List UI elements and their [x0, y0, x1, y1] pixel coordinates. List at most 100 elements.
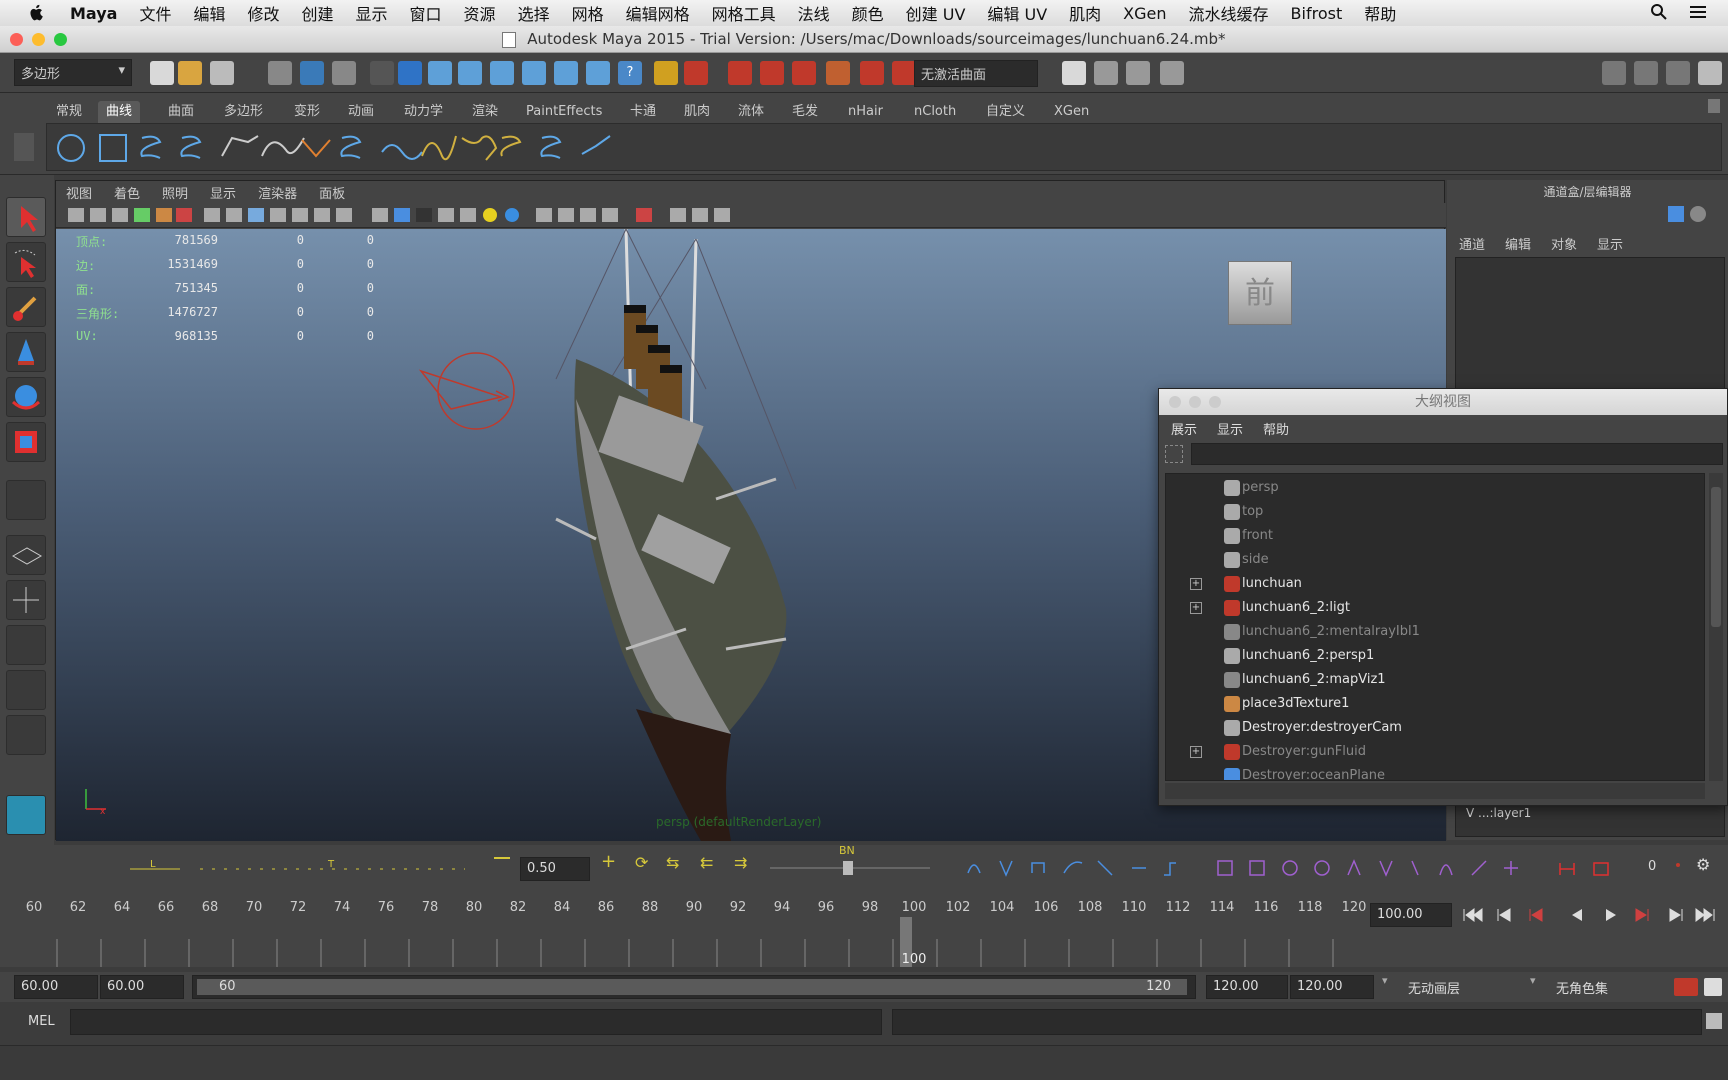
snap-live-icon[interactable]: [522, 61, 546, 85]
select-component-icon[interactable]: [332, 61, 356, 85]
outliner-menu-show[interactable]: 显示: [1217, 419, 1243, 438]
viewport-menu-renderer[interactable]: 渲染器: [258, 183, 297, 202]
character-set-select[interactable]: 无角色集: [1548, 975, 1668, 999]
menu-file[interactable]: 文件: [139, 1, 171, 25]
outliner-item[interactable]: Destroyer:destroyerCam: [1166, 716, 1704, 740]
shelf-tab-1[interactable]: 曲线: [98, 101, 141, 123]
auto-key-icon[interactable]: [1674, 978, 1698, 996]
move-tool-icon[interactable]: [6, 332, 46, 372]
outliner-item[interactable]: side: [1166, 548, 1704, 572]
outliner-item[interactable]: + lunchuan6_2:ligt: [1166, 596, 1704, 620]
select-tool-icon[interactable]: [6, 197, 46, 237]
step-back-key-icon[interactable]: ⇇: [700, 853, 713, 872]
outliner-item[interactable]: front: [1166, 524, 1704, 548]
rotate-tool-icon[interactable]: [6, 377, 46, 417]
snap-magnet-icon[interactable]: [760, 61, 784, 85]
persp-outliner-layout-icon[interactable]: [6, 625, 46, 665]
ship-model[interactable]: [536, 229, 916, 841]
outliner-horizontal-scrollbar[interactable]: [1165, 783, 1705, 799]
outliner-minimize-button[interactable]: [1189, 396, 1201, 408]
playback-controls[interactable]: [1460, 905, 1720, 925]
outliner-item[interactable]: persp: [1166, 476, 1704, 500]
camera-gizmo[interactable]: [416, 349, 526, 439]
outliner-item[interactable]: lunchuan6_2:mapViz1: [1166, 668, 1704, 692]
shelf-tab-5[interactable]: 动画: [340, 101, 382, 123]
tool-settings-icon[interactable]: [1666, 61, 1690, 85]
outliner-item[interactable]: place3dTexture1: [1166, 692, 1704, 716]
settings-gear-icon[interactable]: ⚙: [1696, 855, 1710, 874]
outliner-menu-help[interactable]: 帮助: [1263, 419, 1289, 438]
snap-curve-icon[interactable]: [428, 61, 452, 85]
channel-box-toggle-icon[interactable]: [1698, 61, 1722, 85]
menu-mesh[interactable]: 网格: [572, 1, 604, 25]
outliner-menu-display[interactable]: 展示: [1171, 419, 1197, 438]
viewport-menu-lighting[interactable]: 照明: [162, 183, 188, 202]
mel-label[interactable]: MEL: [28, 1014, 55, 1029]
plus-icon[interactable]: +: [601, 851, 616, 872]
script-editor-icon[interactable]: [1706, 1013, 1722, 1029]
channel-menu-object[interactable]: 对象: [1551, 234, 1577, 253]
outliner-close-button[interactable]: [1169, 396, 1181, 408]
menu-pipeline-cache[interactable]: 流水线缓存: [1189, 1, 1269, 25]
menu-set-select[interactable]: 多边形 ▾: [14, 59, 132, 86]
outliner-filter-field[interactable]: [1191, 443, 1723, 465]
playback-start-field[interactable]: 60.00: [100, 975, 184, 999]
shelf-tab-2[interactable]: 曲面: [160, 101, 202, 123]
four-view-layout-icon[interactable]: [6, 580, 46, 620]
range-slider[interactable]: 60 120: [192, 975, 1196, 999]
viewport-menu-view[interactable]: 视图: [66, 183, 92, 202]
menu-edit[interactable]: 编辑: [193, 1, 225, 25]
select-object-icon[interactable]: [300, 61, 324, 85]
outliner-zoom-button[interactable]: [1209, 396, 1221, 408]
minus-icon[interactable]: [494, 857, 510, 859]
snap-menu-icon[interactable]: [370, 61, 394, 85]
shelf-tab-9[interactable]: 卡通: [622, 101, 664, 123]
animation-layer-select[interactable]: 无动画层: [1400, 975, 1536, 999]
outliner-item[interactable]: Destroyer:oceanPlane: [1166, 764, 1704, 780]
history-icon[interactable]: [554, 61, 578, 85]
construction-history-icon[interactable]: [826, 61, 850, 85]
help-question-icon[interactable]: ?: [618, 61, 642, 85]
shelf-tab-6[interactable]: 动力学: [396, 101, 451, 123]
shelf-tab-13[interactable]: nHair: [840, 101, 891, 123]
last-tool-slot[interactable]: [6, 480, 46, 520]
chevron-down-icon[interactable]: ▾: [1382, 974, 1388, 987]
spotlight-search-icon[interactable]: [1650, 3, 1668, 21]
menu-bifrost[interactable]: Bifrost: [1291, 4, 1343, 23]
menu-maya[interactable]: Maya: [70, 4, 117, 23]
notification-list-icon[interactable]: [1688, 3, 1708, 21]
close-window-button[interactable]: [10, 33, 23, 46]
shelf-tab-4[interactable]: 变形: [286, 101, 328, 123]
outliner-list[interactable]: persp top front side + lunchuan + lunchuan6_2:l…: [1165, 473, 1705, 781]
paint-select-tool-icon[interactable]: [6, 287, 46, 327]
bias-value-field[interactable]: 0.50: [520, 857, 590, 881]
shelf-tab-3[interactable]: 多边形: [216, 101, 271, 123]
viewport-menu-shading[interactable]: 着色: [114, 183, 140, 202]
menu-modify[interactable]: 修改: [247, 1, 279, 25]
shelf-tab-12[interactable]: 毛发: [784, 101, 826, 123]
blend-slider-thumb[interactable]: [843, 861, 853, 875]
shelf-tab-14[interactable]: nCloth: [906, 101, 964, 123]
menu-help[interactable]: 帮助: [1364, 1, 1396, 25]
symmetry-icon[interactable]: [892, 61, 916, 85]
outliner-item[interactable]: top: [1166, 500, 1704, 524]
filter-icon[interactable]: [1165, 445, 1183, 463]
menu-normals[interactable]: 法线: [798, 1, 830, 25]
menu-edit-uv[interactable]: 编辑 UV: [987, 1, 1047, 25]
menu-create-uv[interactable]: 创建 UV: [906, 1, 966, 25]
menu-assets[interactable]: 资源: [464, 1, 496, 25]
chevron-down-icon[interactable]: ▾: [1530, 974, 1536, 987]
snap-together-icon[interactable]: [728, 61, 752, 85]
snap-point-icon[interactable]: [458, 61, 482, 85]
channel-menu-show[interactable]: 显示: [1597, 234, 1623, 253]
animation-preferences-icon[interactable]: [1704, 978, 1722, 996]
shelf-tab-11[interactable]: 流体: [730, 101, 772, 123]
live-surface-field[interactable]: 无激活曲面: [914, 60, 1038, 87]
shelf-tab-0[interactable]: 常规: [48, 101, 90, 123]
menu-edit-mesh[interactable]: 编辑网格: [626, 1, 690, 25]
lasso-tool-icon[interactable]: [6, 242, 46, 282]
menu-select[interactable]: 选择: [518, 1, 550, 25]
layer-editor-icon[interactable]: [1690, 206, 1706, 222]
channel-box-icon[interactable]: [1668, 206, 1684, 222]
menu-display[interactable]: 显示: [356, 1, 388, 25]
